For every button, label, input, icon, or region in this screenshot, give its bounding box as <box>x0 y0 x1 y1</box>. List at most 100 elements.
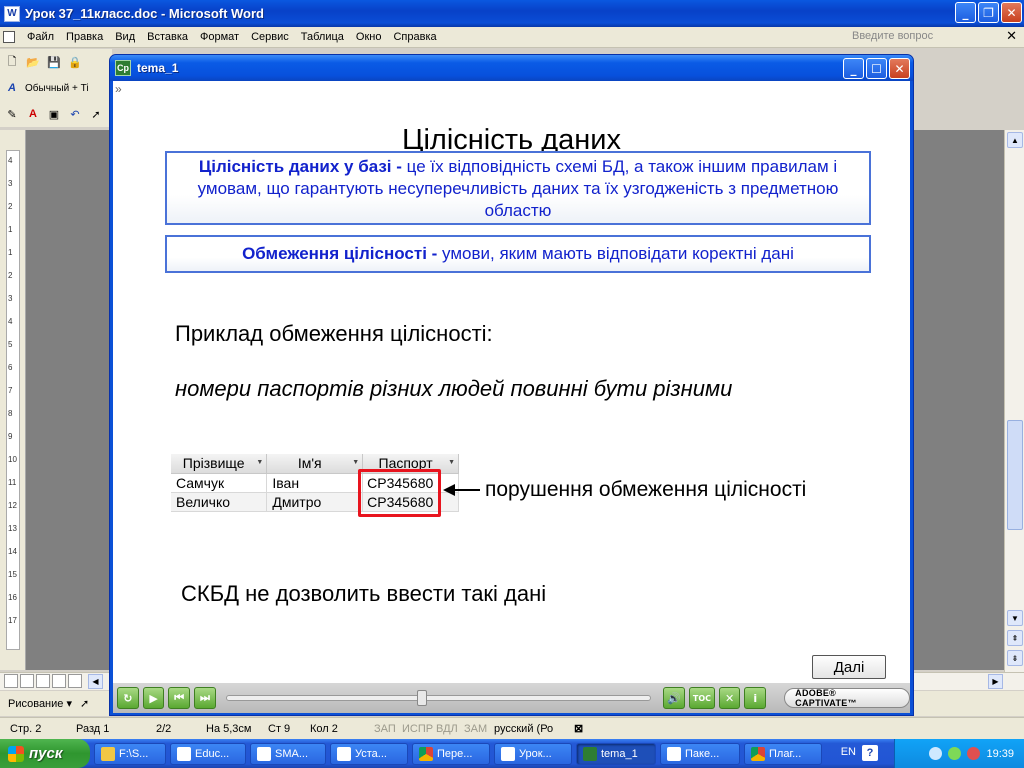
status-page: Стр. 2 <box>10 722 42 735</box>
ruler-number: 2 <box>8 202 13 211</box>
progress-knob[interactable] <box>416 690 427 706</box>
menu-format[interactable]: Формат <box>194 31 245 43</box>
outline-view-icon[interactable] <box>52 674 66 688</box>
styles-icon[interactable]: A <box>4 80 20 96</box>
previous-icon[interactable]: ⏮ <box>168 687 191 709</box>
language-indicator[interactable]: EN <box>841 746 856 758</box>
status-ovr[interactable]: ЗАМ <box>464 723 494 735</box>
start-button[interactable]: пуск <box>0 739 90 768</box>
scroll-thumb[interactable] <box>1007 420 1023 530</box>
prev-page-icon[interactable]: ⇞ <box>1007 630 1023 646</box>
style-box[interactable]: Обычный + Ti <box>25 83 89 94</box>
next-icon[interactable]: ⏭ <box>194 687 216 709</box>
captivate-minimize-button[interactable]: _ <box>843 58 864 79</box>
drawing-menu[interactable]: Рисование ▾ <box>8 697 72 710</box>
scroll-right-icon[interactable]: ▶ <box>988 674 1003 689</box>
rewind-icon[interactable]: ↻ <box>117 687 139 709</box>
word-minimize-button[interactable]: _ <box>955 2 976 23</box>
normal-view-icon[interactable] <box>4 674 18 688</box>
captivate-maximize-button[interactable]: ☐ <box>866 58 887 79</box>
taskbar-item[interactable]: Плаг... <box>744 742 822 765</box>
ask-question-input[interactable]: Введите вопрос <box>852 30 1002 45</box>
play-icon[interactable]: ▶ <box>142 687 165 709</box>
menu-tools[interactable]: Сервис <box>245 31 295 43</box>
dropdown-arrow-icon[interactable]: ▼ <box>448 459 455 466</box>
info-icon[interactable]: i <box>744 687 767 709</box>
save-icon[interactable]: 💾 <box>46 54 62 70</box>
table-cell: Самчук <box>171 473 268 493</box>
next-button[interactable]: Далі <box>812 655 886 679</box>
document-icon[interactable] <box>3 31 15 43</box>
taskbar-item[interactable]: Educ... <box>170 742 246 765</box>
taskbar-item[interactable]: Урок... <box>494 742 572 765</box>
ruler-number: 15 <box>8 570 17 579</box>
word-title-bar[interactable]: W Урок 37_11класс.doc - Microsoft Word _… <box>0 0 1024 27</box>
format-painter-icon[interactable]: ✎ <box>4 106 20 122</box>
taskbar-item-label: Плаг... <box>769 747 802 760</box>
ruler-number: 16 <box>8 593 17 602</box>
word-app-icon[interactable]: W <box>4 5 20 22</box>
adobe-captivate-logo[interactable]: ADOBE® CAPTIVATE™ <box>784 688 911 708</box>
network-icon[interactable] <box>929 747 943 760</box>
menu-edit[interactable]: Правка <box>60 31 109 43</box>
flag-icon[interactable] <box>967 747 981 760</box>
volume-icon[interactable]: 🔊 <box>663 687 686 709</box>
table-header[interactable]: Прізвище ▼ <box>171 454 268 474</box>
captivate-close-button[interactable]: ✕ <box>889 58 910 79</box>
menu-view[interactable]: Вид <box>109 31 141 43</box>
status-rec[interactable]: ЗАП <box>374 723 402 735</box>
open-folder-icon[interactable]: 📂 <box>25 54 41 70</box>
select-objects-icon[interactable]: ➚ <box>80 697 89 710</box>
scroll-left-icon[interactable]: ◀ <box>88 674 103 689</box>
image-icon[interactable]: ▣ <box>46 106 62 122</box>
next-page-icon[interactable]: ⇟ <box>1007 650 1023 666</box>
exit-icon[interactable]: ✕ <box>718 687 741 709</box>
pointer-icon[interactable]: ➚ <box>88 106 104 122</box>
progress-track[interactable] <box>225 690 652 706</box>
spelling-icon[interactable]: ⊠ <box>574 722 583 735</box>
close-document-icon[interactable]: ✕ <box>1006 29 1017 44</box>
undo-icon[interactable]: ↶ <box>67 106 83 122</box>
captivate-title-bar[interactable]: Cp tema_1 _ ☐ ✕ <box>110 55 913 81</box>
web-view-icon[interactable] <box>20 674 34 688</box>
taskbar-item[interactable]: Пере... <box>412 742 490 765</box>
taskbar-item[interactable]: Уста... <box>330 742 408 765</box>
font-color-icon[interactable]: A <box>25 106 41 122</box>
menu-window[interactable]: Окно <box>350 31 388 43</box>
menu-help[interactable]: Справка <box>387 31 442 43</box>
captivate-app-icon[interactable]: Cp <box>115 60 131 76</box>
dropdown-arrow-icon[interactable]: ▼ <box>352 459 359 466</box>
word-close-button[interactable]: ✕ <box>1001 2 1022 23</box>
taskbar: пуск F:\S... Educ... SMA... Уста... Пере… <box>0 739 1024 768</box>
scroll-up-icon[interactable]: ▲ <box>1007 132 1023 148</box>
taskbar-item-label: SMA... <box>275 747 309 760</box>
expand-chevron-icon[interactable]: » <box>115 82 122 96</box>
permission-icon[interactable]: 🔒 <box>67 54 83 70</box>
taskbar-item[interactable]: Паке... <box>660 742 740 765</box>
taskbar-item-label: tema_1 <box>601 747 638 760</box>
system-tray: 19:39 <box>894 739 1024 768</box>
taskbar-item-active[interactable]: tema_1 <box>576 742 656 765</box>
status-ext[interactable]: ВДЛ <box>436 723 464 735</box>
taskbar-item-label: F:\S... <box>119 747 149 760</box>
scroll-down-icon[interactable]: ▼ <box>1007 610 1023 626</box>
new-document-icon[interactable]: 🗋 <box>4 54 20 70</box>
constraint-text: умови, яким мають відповідати коректні д… <box>437 244 794 263</box>
menu-table[interactable]: Таблица <box>295 31 350 43</box>
vertical-scrollbar[interactable]: ▲ ▼ ⇞ ⇟ <box>1004 130 1024 675</box>
help-icon[interactable]: ? <box>862 745 878 761</box>
print-view-icon[interactable] <box>36 674 50 688</box>
example-heading: Приклад обмеження цілісності: <box>175 321 493 346</box>
toc-button[interactable]: TOC <box>689 687 715 709</box>
status-trk[interactable]: ИСПР <box>402 723 436 735</box>
taskbar-item[interactable]: SMA... <box>250 742 326 765</box>
menu-insert[interactable]: Вставка <box>141 31 194 43</box>
word-maximize-button[interactable]: ❐ <box>978 2 999 23</box>
ruler-number: 6 <box>8 363 13 372</box>
table-header[interactable]: Ім'я ▼ <box>266 454 364 474</box>
dropdown-arrow-icon[interactable]: ▼ <box>256 459 263 466</box>
menu-file[interactable]: Файл <box>21 31 60 43</box>
antivirus-icon[interactable] <box>948 747 962 760</box>
reading-view-icon[interactable] <box>68 674 82 688</box>
taskbar-item[interactable]: F:\S... <box>94 742 166 765</box>
